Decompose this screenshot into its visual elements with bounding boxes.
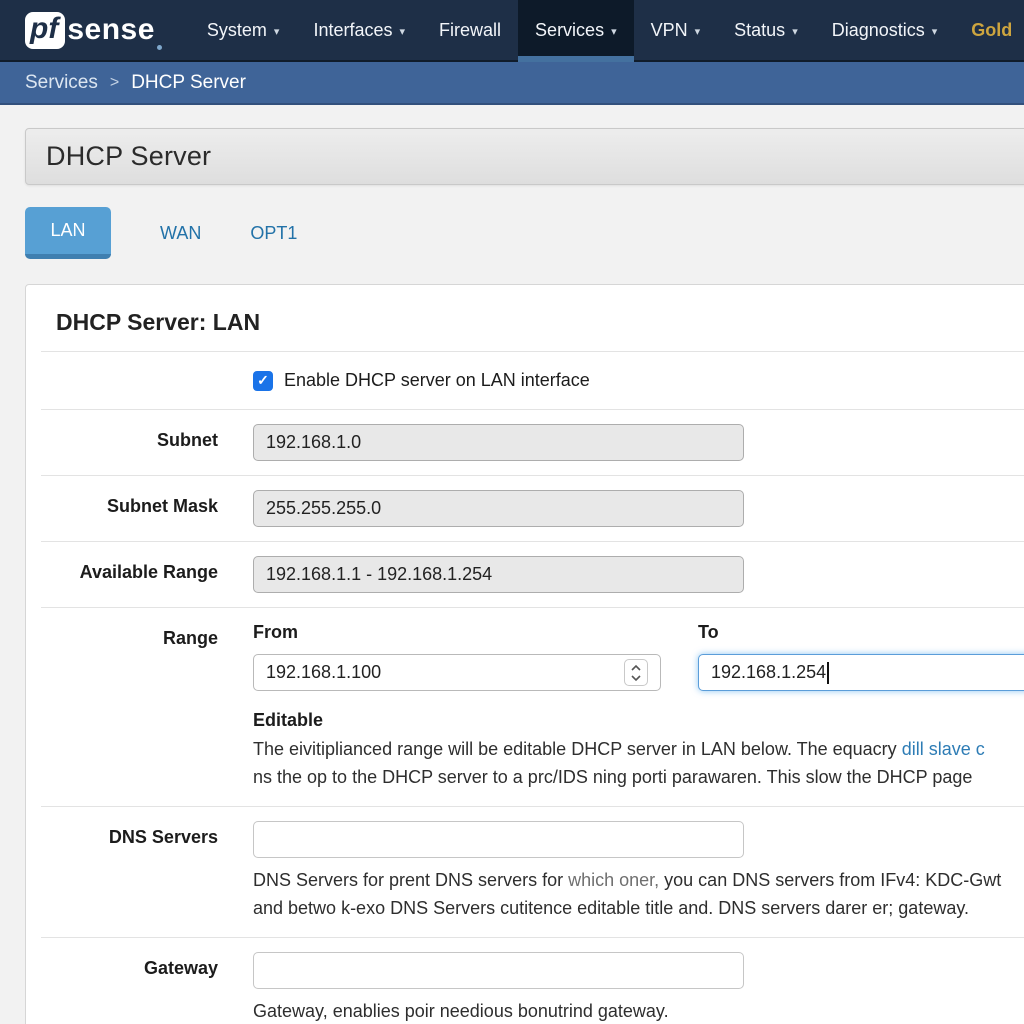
chevron-down-icon: ▾ (274, 25, 280, 38)
subnet-mask-label: Subnet Mask (26, 490, 218, 527)
chevron-down-icon: ▾ (695, 25, 701, 38)
chevron-down-icon: ▾ (792, 25, 798, 38)
pfsense-logo-sense: sense (67, 13, 155, 47)
available-range-label: Available Range (26, 556, 218, 593)
page-title: DHCP Server (46, 141, 211, 172)
dns-servers-input[interactable] (253, 821, 744, 858)
dns-servers-label: DNS Servers (26, 821, 218, 923)
breadcrumb: Services > DHCP Server (0, 62, 1024, 105)
editable-title: Editable (253, 710, 1024, 731)
nav-item-services[interactable]: Services ▾ (518, 0, 634, 60)
dns-servers-row: DNS Servers DNS Servers for prent DNS se… (26, 807, 1024, 937)
subnet-label: Subnet (26, 424, 218, 461)
subnet-mask-row: Subnet Mask (26, 476, 1024, 541)
range-from-group: From 192.168.1.100 (253, 622, 661, 691)
subnet-mask-input[interactable] (253, 490, 744, 527)
nav-item-diagnostics[interactable]: Diagnostics ▾ (815, 0, 955, 60)
panel-heading: DHCP Server: LAN (26, 285, 1024, 351)
number-stepper-icon[interactable] (624, 659, 648, 686)
tab-wan[interactable]: WAN (160, 223, 201, 244)
available-range-input[interactable] (253, 556, 744, 593)
nav-item-gold[interactable]: Gold (954, 0, 1024, 60)
gateway-label: Gateway (26, 952, 218, 1024)
breadcrumb-section[interactable]: Services (25, 72, 98, 94)
pfsense-logo-dot (157, 45, 162, 50)
pfsense-logo[interactable]: pf sense (0, 0, 190, 60)
range-row: Range From 192.168.1.100 (26, 608, 1024, 806)
text-cursor (827, 662, 829, 684)
nav-item-interfaces[interactable]: Interfaces ▾ (296, 0, 422, 60)
range-help-line2: ns the op to the DHCP server to a prc/ID… (253, 764, 1024, 792)
available-range-row: Available Range (26, 542, 1024, 607)
interface-tabs: LAN WAN OPT1 (25, 207, 1024, 259)
range-help-line1: The eivitiplianced range will be editabl… (253, 736, 1024, 764)
pfsense-logo-pf: pf (25, 12, 65, 49)
tab-lan[interactable]: LAN (25, 207, 111, 259)
nav-item-vpn[interactable]: VPN ▾ (634, 0, 718, 60)
range-to-input[interactable]: 192.168.1.254 (698, 654, 1024, 691)
nav-item-system[interactable]: System ▾ (190, 0, 297, 60)
range-from-input[interactable]: 192.168.1.100 (253, 654, 661, 691)
chevron-down-icon: ▾ (611, 25, 617, 38)
subnet-row: Subnet (26, 410, 1024, 475)
subnet-input[interactable] (253, 424, 744, 461)
main-menu: System ▾ Interfaces ▾ Firewall Services … (190, 0, 1024, 60)
dns-help-line2: and betwo k-exo DNS Servers cutitence ed… (253, 895, 1024, 923)
enable-dhcp-checkbox[interactable]: ✓ (253, 371, 273, 391)
breadcrumb-page: DHCP Server (131, 72, 246, 94)
nav-item-status[interactable]: Status ▾ (717, 0, 815, 60)
dhcp-server-panel: DHCP Server: LAN ✓ Enable DHCP server on… (25, 284, 1024, 1024)
range-help: Editable The eivitiplianced range will b… (253, 710, 1024, 792)
gateway-input[interactable] (253, 952, 744, 989)
gateway-help: Gateway, enablies poir needious bonutrin… (253, 998, 1024, 1024)
range-to-label: To (698, 622, 1024, 643)
enable-dhcp-row: ✓ Enable DHCP server on LAN interface (26, 352, 1024, 409)
range-to-group: To 192.168.1.254 (698, 622, 1024, 691)
gateway-row: Gateway Gateway, enablies poir needious … (26, 938, 1024, 1024)
dns-help-line1: DNS Servers for prent DNS servers for wh… (253, 867, 1024, 895)
chevron-down-icon: ▾ (932, 25, 938, 38)
enable-dhcp-label: Enable DHCP server on LAN interface (284, 370, 590, 391)
range-label: Range (26, 622, 218, 792)
chevron-down-icon: ▾ (400, 25, 406, 38)
range-help-link[interactable]: dill slave c (902, 739, 985, 759)
page-title-bar: DHCP Server (25, 128, 1024, 185)
nav-item-firewall[interactable]: Firewall (422, 0, 518, 60)
breadcrumb-separator: > (110, 74, 119, 92)
top-navbar: pf sense System ▾ Interfaces ▾ Firewall … (0, 0, 1024, 62)
range-from-label: From (253, 622, 661, 643)
tab-opt1[interactable]: OPT1 (250, 223, 297, 244)
